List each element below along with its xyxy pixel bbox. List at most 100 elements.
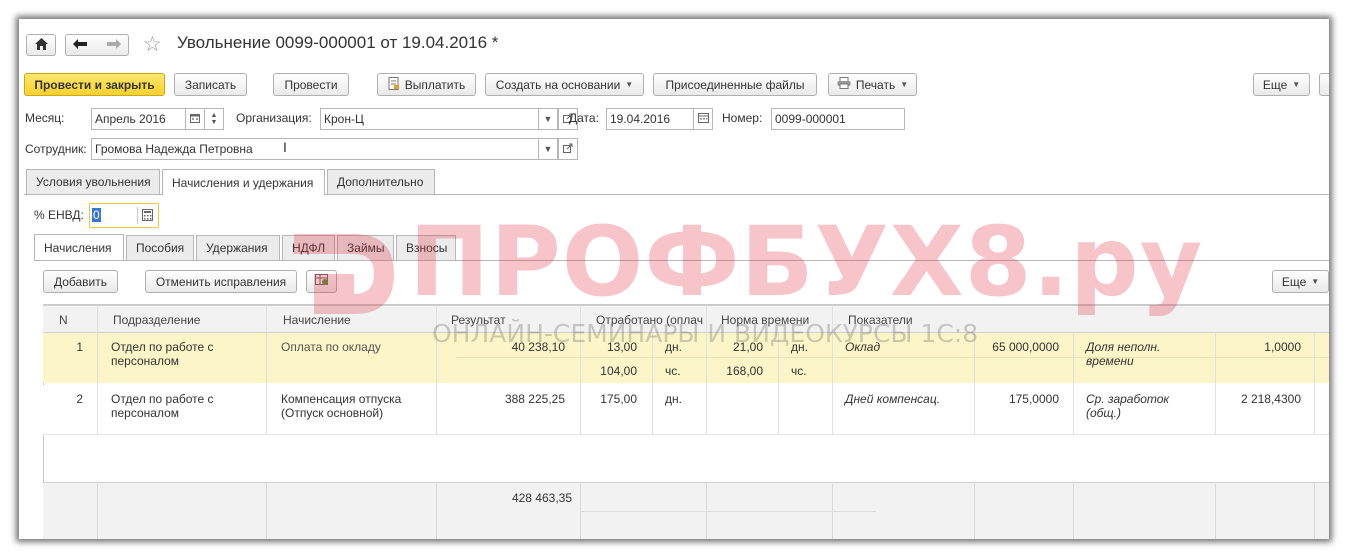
more-button-label: Еще [1262, 77, 1288, 92]
subtab-deductions[interactable]: Удержания [196, 235, 280, 260]
envd-label: % ЕНВД: [34, 208, 84, 222]
spin-up-icon[interactable]: ▲ [211, 112, 218, 119]
grid-settings-button[interactable] [306, 270, 337, 293]
document-window: ☆ Увольнение 0099-000001 от 19.04.2016 *… [19, 19, 1329, 539]
grid-more-button[interactable]: Еще ▼ [1272, 270, 1329, 293]
employee-open-button[interactable] [558, 138, 578, 160]
row-worked-hours-unit: чс. [665, 364, 681, 378]
col-divider [266, 482, 267, 539]
row-accrual: Оплата по окладу [281, 340, 381, 354]
employee-input[interactable]: Громова Надежда Петровна [91, 138, 539, 160]
nav-buttons [65, 34, 129, 56]
chevron-down-icon: ▼ [1311, 277, 1320, 286]
row-indicator-1-value: 175,0000 [1008, 392, 1059, 406]
date-calendar-button[interactable] [693, 108, 713, 130]
save-button[interactable]: Записать [174, 73, 247, 96]
row-norm-hours: 168,00 [726, 364, 763, 378]
row-norm-hours-unit: чс. [791, 364, 807, 378]
col-divider [652, 333, 653, 435]
row-result: 388 225,25 [504, 392, 565, 406]
pay-button-label: Выплатить [404, 77, 466, 92]
print-button-label: Печать [855, 77, 896, 92]
create-based-on-label: Создать на основании [495, 77, 621, 92]
calendar-icon [697, 113, 709, 125]
subtabs-baseline [34, 260, 1329, 261]
table-settings-icon [314, 274, 329, 289]
col-divider [1215, 333, 1216, 435]
row-accrual: Компенсация отпуска (Отпуск основной) [281, 392, 402, 420]
column-header-result[interactable]: Результат [451, 313, 506, 327]
column-header-indicators[interactable]: Показатели [848, 313, 913, 327]
add-button[interactable]: Добавить [43, 270, 118, 293]
footer-total-result: 428 463,35 [511, 491, 572, 505]
cancel-corrections-button[interactable]: Отменить исправления [145, 270, 297, 293]
subtab-ndfl[interactable]: НДФЛ [282, 235, 335, 260]
subtab-loans[interactable]: Займы [337, 235, 394, 260]
col-divider [97, 482, 98, 539]
calculator-icon[interactable] [142, 209, 153, 224]
home-button[interactable] [26, 34, 56, 56]
col-divider [266, 305, 267, 435]
grid-more-label: Еще [1281, 274, 1307, 289]
employee-dropdown[interactable]: ▼ [538, 138, 558, 160]
more-button[interactable]: Еще ▼ [1253, 73, 1310, 96]
calendar-pick-button[interactable] [185, 108, 205, 130]
col-divider [832, 305, 833, 435]
column-header-time-norm[interactable]: Норма времени [721, 313, 831, 327]
grid-header: N Подразделение Начисление Результат Отр… [43, 305, 1329, 333]
tab-additional[interactable]: Дополнительно [327, 169, 435, 194]
col-divider [580, 305, 581, 435]
col-divider [974, 482, 975, 539]
text-cursor-icon: I [283, 139, 287, 155]
pay-button[interactable]: Выплатить [377, 73, 476, 96]
subtab-contributions[interactable]: Взносы [396, 235, 456, 260]
month-input[interactable]: Апрель 2016 [91, 108, 186, 130]
attached-files-button[interactable]: Присоединенные файлы [653, 73, 817, 96]
tab-accruals-deductions[interactable]: Начисления и удержания [162, 169, 325, 195]
envd-input[interactable]: 0 [92, 208, 101, 222]
post-and-close-button[interactable]: Провести и закрыть [24, 73, 165, 96]
row-norm-days: 21,00 [732, 340, 763, 354]
subtab-accruals[interactable]: Начисления [34, 234, 124, 260]
col-divider [436, 305, 437, 435]
watermark-title: ПРОФБУХ8.ру [409, 206, 1204, 318]
post-button[interactable]: Провести [273, 73, 349, 96]
column-header-department[interactable]: Подразделение [113, 313, 200, 327]
row-department: Отдел по работе с персоналом [111, 392, 214, 420]
row-number: 2 [76, 392, 83, 406]
column-header-worked[interactable]: Отработано (оплач [596, 313, 704, 327]
organization-dropdown[interactable]: ▼ [538, 108, 558, 130]
organization-label: Организация: [236, 111, 312, 125]
row-result: 40 238,10 [511, 340, 565, 354]
row-indicator-2-value: 2 218,4300 [1240, 392, 1301, 406]
forward-arrow-icon[interactable] [106, 38, 121, 52]
subtab-benefits[interactable]: Пособия [126, 235, 194, 260]
chevron-down-icon: ▼ [900, 80, 909, 89]
row-norm-days-unit: дн. [791, 340, 808, 354]
col-divider [832, 482, 833, 539]
row-indicator-1-value: 65 000,0000 [992, 340, 1059, 354]
chevron-down-icon: ▼ [543, 114, 553, 124]
table-row[interactable]: 1 Отдел по работе с персоналом Оплата по… [43, 333, 1329, 383]
row-split-line [456, 357, 1329, 358]
spin-down-icon[interactable]: ▼ [211, 119, 218, 126]
organization-input[interactable]: Крон-Ц [320, 108, 539, 130]
help-button[interactable] [1319, 73, 1329, 96]
print-button[interactable]: Печать ▼ [828, 73, 917, 96]
tab-dismissal-conditions[interactable]: Условия увольнения [26, 169, 160, 194]
column-header-n[interactable]: N [59, 313, 68, 327]
row-worked-days-unit: дн. [665, 340, 682, 354]
envd-divider [137, 207, 138, 224]
number-input[interactable]: 0099-000001 [771, 108, 905, 130]
table-row[interactable]: 2 Отдел по работе с персоналом Компенсац… [43, 385, 1329, 435]
create-based-on-button[interactable]: Создать на основании ▼ [485, 73, 644, 96]
row-worked-days: 13,00 [606, 340, 637, 354]
date-input[interactable]: 19.04.2016 [606, 108, 694, 130]
grid-footer: 428 463,35 [43, 482, 1329, 539]
back-arrow-icon[interactable] [73, 38, 88, 52]
column-header-accrual[interactable]: Начисление [283, 313, 351, 327]
chevron-down-icon: ▼ [543, 144, 553, 154]
month-spinner[interactable]: ▲ ▼ [204, 108, 224, 130]
favorite-star-icon[interactable]: ☆ [143, 32, 162, 57]
home-icon [34, 37, 48, 53]
